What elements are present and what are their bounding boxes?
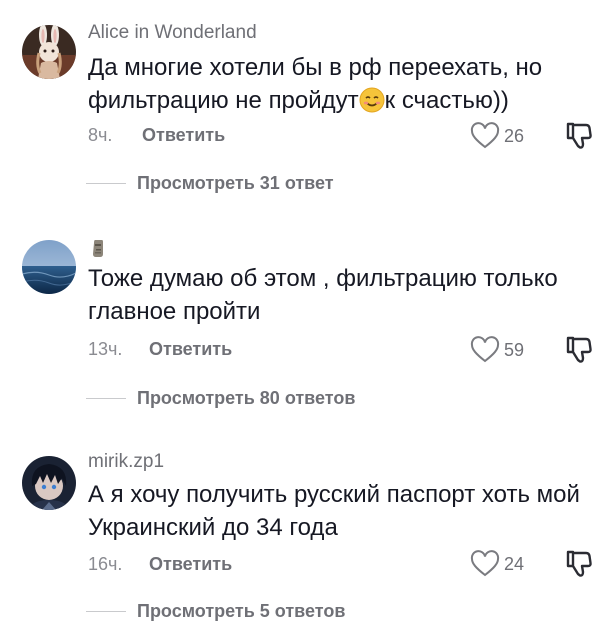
comment-time: 16ч. [88, 554, 123, 574]
comment-username[interactable]: mirik.zp1 [88, 451, 164, 473]
comment-item: mirik.zp1 А я хочу получить русский пасп… [0, 0, 613, 640]
avatar[interactable] [22, 456, 76, 510]
reply-button[interactable]: Ответить [149, 554, 232, 575]
divider [86, 611, 126, 612]
heart-icon [470, 550, 500, 577]
view-replies-button[interactable]: Просмотреть 5 ответов [137, 601, 345, 622]
like-count: 24 [504, 554, 525, 574]
comment-text: А я хочу получить русский паспорт хоть м… [88, 481, 580, 541]
avatar-anime-character-icon [22, 456, 76, 510]
dislike-button[interactable] [565, 548, 593, 578]
like-button[interactable] [470, 550, 500, 578]
thumbs-down-icon [566, 550, 592, 577]
